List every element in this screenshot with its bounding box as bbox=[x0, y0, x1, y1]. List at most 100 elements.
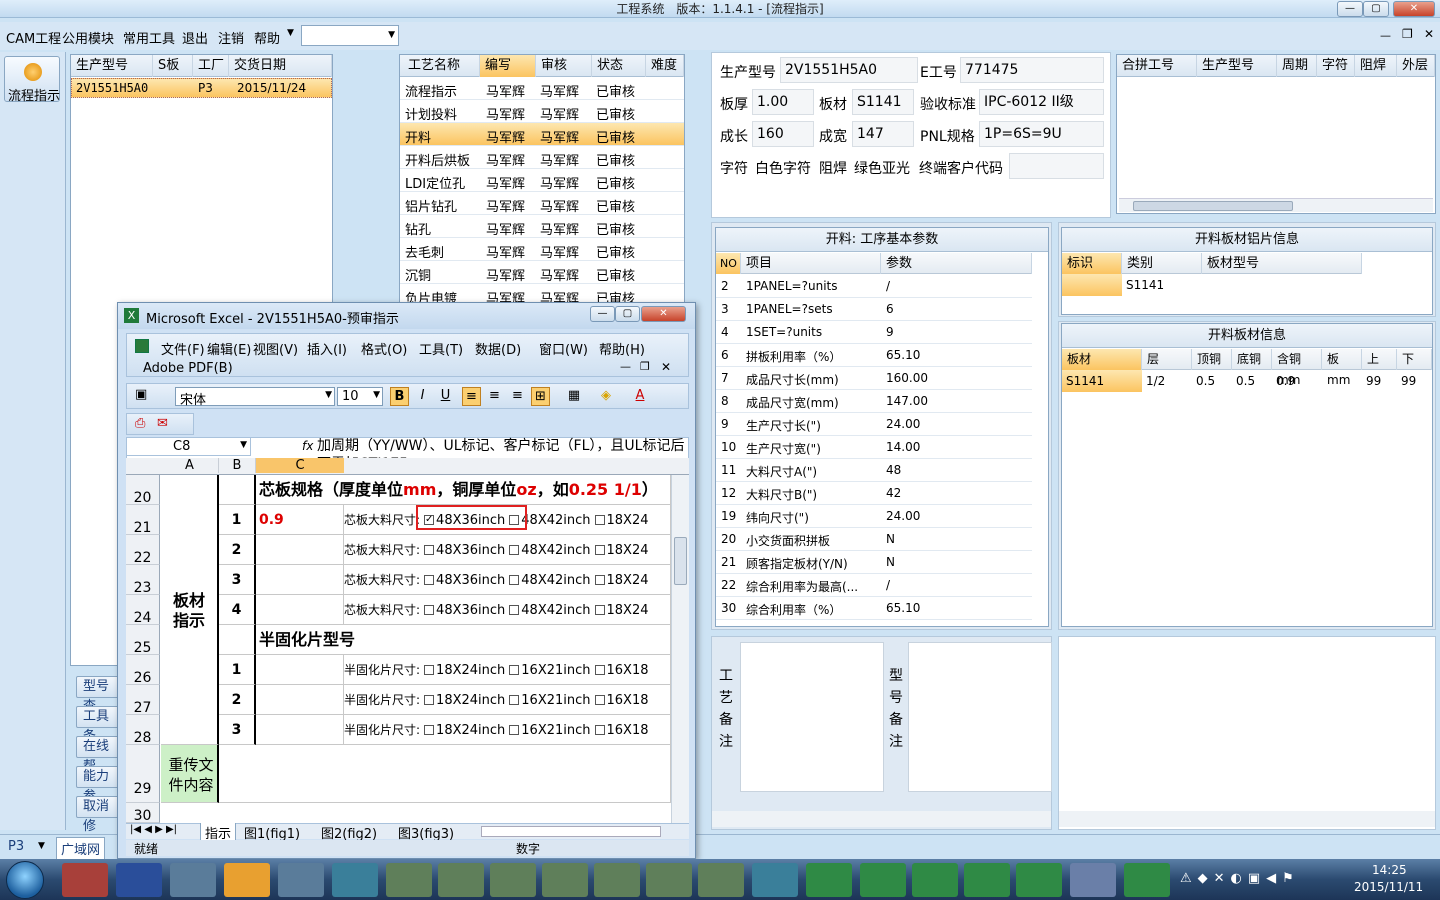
menu-tools[interactable]: 常用工具 bbox=[123, 28, 175, 47]
row-header-25[interactable]: 25 bbox=[126, 625, 160, 656]
save-icon[interactable]: ▣ bbox=[135, 387, 147, 402]
mdi-close-icon[interactable]: ✕ bbox=[1424, 27, 1434, 41]
checkbox[interactable] bbox=[594, 664, 605, 675]
row-number-cell[interactable]: 2 bbox=[219, 535, 256, 565]
alu-row[interactable]: S1141 bbox=[1062, 274, 1362, 296]
maximize-button[interactable]: ▢ bbox=[1363, 1, 1389, 17]
sheet-hscroll[interactable] bbox=[481, 826, 661, 837]
xl-doc-min-icon[interactable]: — bbox=[620, 360, 631, 373]
taskbar-app-10[interactable] bbox=[542, 863, 588, 897]
process-row[interactable]: 计划投料 马军辉 马军辉 已审核 bbox=[400, 100, 684, 123]
col-model[interactable]: 生产型号 bbox=[71, 55, 153, 77]
excel-menu-item[interactable]: 插入(I) bbox=[307, 339, 347, 358]
taskbar-app-18[interactable] bbox=[964, 863, 1010, 897]
checkbox[interactable] bbox=[594, 514, 605, 525]
tab-nav-first-icon[interactable]: |◀ ◀ ▶ ▶| bbox=[130, 824, 177, 835]
checkbox[interactable] bbox=[424, 664, 435, 675]
col-merge-mask[interactable]: 阻焊 bbox=[1355, 55, 1397, 77]
field-cust[interactable] bbox=[1009, 153, 1104, 179]
taskbar-app-2[interactable] bbox=[116, 863, 162, 897]
col-alu-id[interactable]: 标识 bbox=[1062, 253, 1122, 274]
excel-menu-item[interactable]: 视图(V) bbox=[253, 339, 298, 358]
taskbar-app-13[interactable] bbox=[698, 863, 744, 897]
mdi-minimize-icon[interactable]: — bbox=[1380, 29, 1391, 42]
param-row[interactable]: 22 综合利用率为最高(... / bbox=[716, 574, 1032, 597]
col-s[interactable]: S板 bbox=[153, 55, 193, 77]
menu-cam[interactable]: CAM工程 bbox=[6, 28, 61, 47]
process-row[interactable]: 开料 马军辉 马军辉 已审核 bbox=[400, 123, 684, 146]
underline-button[interactable]: U bbox=[436, 387, 455, 406]
row-number-cell[interactable]: 1 bbox=[219, 655, 256, 685]
tab-wan[interactable]: 广域网 bbox=[56, 837, 106, 860]
align-center-button[interactable]: ≡ bbox=[485, 387, 504, 406]
col-difficulty[interactable]: 难度 bbox=[646, 55, 684, 77]
col-header-c[interactable]: C bbox=[256, 458, 344, 473]
process-row[interactable]: 流程指示 马军辉 马军辉 已审核 bbox=[400, 77, 684, 100]
value-cell[interactable] bbox=[256, 565, 344, 595]
cell-b20[interactable] bbox=[219, 475, 256, 505]
merge-hscroll[interactable] bbox=[1119, 198, 1433, 212]
col-merge-model[interactable]: 生产型号 bbox=[1197, 55, 1277, 77]
value-cell[interactable]: 0.9 bbox=[256, 505, 344, 535]
process-row[interactable]: 开料后烘板 马军辉 马军辉 已审核 bbox=[400, 146, 684, 169]
taskbar-app-3[interactable] bbox=[170, 863, 216, 897]
sheet-col-header[interactable]: 板mm bbox=[1322, 349, 1362, 387]
close-button[interactable]: ✕ bbox=[1393, 1, 1435, 17]
tray-icons[interactable]: ⚠◆✕◐▣◀⚑ bbox=[1180, 871, 1340, 887]
taskbar-app-19[interactable] bbox=[1016, 863, 1062, 897]
sheet-col-header[interactable]: 顶铜 bbox=[1192, 349, 1232, 370]
doc-icon[interactable] bbox=[135, 339, 149, 353]
sheet-col-header[interactable]: 含铜mm bbox=[1272, 349, 1322, 387]
field-pnl[interactable]: 1P=6S=9U bbox=[979, 121, 1104, 147]
taskbar-app-17[interactable] bbox=[912, 863, 958, 897]
order-row[interactable]: 2V1551H5A0 P3 2015/11/24 bbox=[71, 78, 332, 98]
field-wid[interactable]: 147 bbox=[852, 121, 914, 147]
param-row[interactable]: 7 成品尺寸长(mm) 160.00 bbox=[716, 367, 1032, 390]
param-row[interactable]: 8 成品尺寸宽(mm) 147.00 bbox=[716, 390, 1032, 413]
sheet-col-header[interactable]: 底铜 bbox=[1232, 349, 1272, 370]
param-row[interactable]: 3 1PANEL=?sets 6 bbox=[716, 298, 1032, 321]
fx-icon[interactable]: fx bbox=[302, 439, 313, 453]
process-row[interactable]: 去毛刺 马军辉 马军辉 已审核 bbox=[400, 238, 684, 261]
excel-vscroll-thumb[interactable] bbox=[674, 537, 687, 585]
col-header-a[interactable]: A bbox=[161, 458, 219, 473]
row-header-23[interactable]: 23 bbox=[126, 565, 160, 596]
start-button[interactable] bbox=[6, 861, 44, 899]
checkbox[interactable] bbox=[509, 724, 520, 735]
checkbox[interactable] bbox=[594, 544, 605, 555]
pdf-icon[interactable]: ⎙ bbox=[135, 416, 145, 431]
param-row[interactable]: 12 大料尺寸B(") 42 bbox=[716, 482, 1032, 505]
value-cell[interactable] bbox=[256, 655, 344, 685]
menu-common[interactable]: 公用模块 bbox=[62, 28, 114, 47]
xl-doc-close-icon[interactable]: ✕ bbox=[661, 360, 671, 374]
mdi-restore-icon[interactable]: ❐ bbox=[1402, 27, 1413, 41]
param-row[interactable]: 4 1SET=?units 9 bbox=[716, 321, 1032, 344]
excel-menu-item[interactable]: 工具(T) bbox=[419, 339, 463, 358]
taskbar-app-7[interactable] bbox=[386, 863, 432, 897]
cell-a29[interactable]: 重传文件内容 bbox=[161, 745, 219, 803]
help-dropdown-icon[interactable]: ▼ bbox=[287, 28, 294, 38]
param-row[interactable]: 9 生产尺寸长(") 24.00 bbox=[716, 413, 1032, 436]
field-std[interactable]: IPC-6012 II级 bbox=[979, 89, 1104, 115]
checkbox[interactable] bbox=[424, 544, 435, 555]
side-button-ability[interactable]: 能力参 bbox=[76, 766, 122, 804]
align-left-button[interactable]: ≡ bbox=[462, 387, 481, 406]
param-row[interactable]: 6 拼板利用率（%） 65.10 bbox=[716, 344, 1032, 367]
taskbar-app-21[interactable] bbox=[1124, 863, 1170, 897]
col-header-b[interactable]: B bbox=[219, 458, 256, 473]
field-e-no[interactable]: 771475 bbox=[960, 57, 1104, 83]
taskbar-app-5[interactable] bbox=[278, 863, 324, 897]
site-combo[interactable]: P3 bbox=[8, 839, 24, 854]
side-button-model[interactable]: 型号查 bbox=[76, 676, 122, 714]
option-cell[interactable]: 芯板大料尺寸: 48X36inch 48X42inch 18X24 bbox=[344, 535, 671, 565]
right-bottom-hscroll[interactable] bbox=[1059, 811, 1435, 827]
excel-menu-item[interactable]: 数据(D) bbox=[475, 339, 521, 358]
excel-menu-item[interactable]: 窗口(W) bbox=[539, 339, 588, 358]
param-row[interactable]: 19 纬向尺寸(") 24.00 bbox=[716, 505, 1032, 528]
option-cell[interactable]: 半固化片尺寸: 18X24inch 16X21inch 16X18 bbox=[344, 715, 671, 745]
param-row[interactable]: 20 小交货面积拼板 N bbox=[716, 528, 1032, 551]
field-material[interactable]: S1141 bbox=[852, 89, 914, 115]
process-row[interactable]: 钻孔 马军辉 马军辉 已审核 bbox=[400, 215, 684, 238]
checkbox[interactable] bbox=[424, 694, 435, 705]
value-cell[interactable] bbox=[256, 715, 344, 745]
